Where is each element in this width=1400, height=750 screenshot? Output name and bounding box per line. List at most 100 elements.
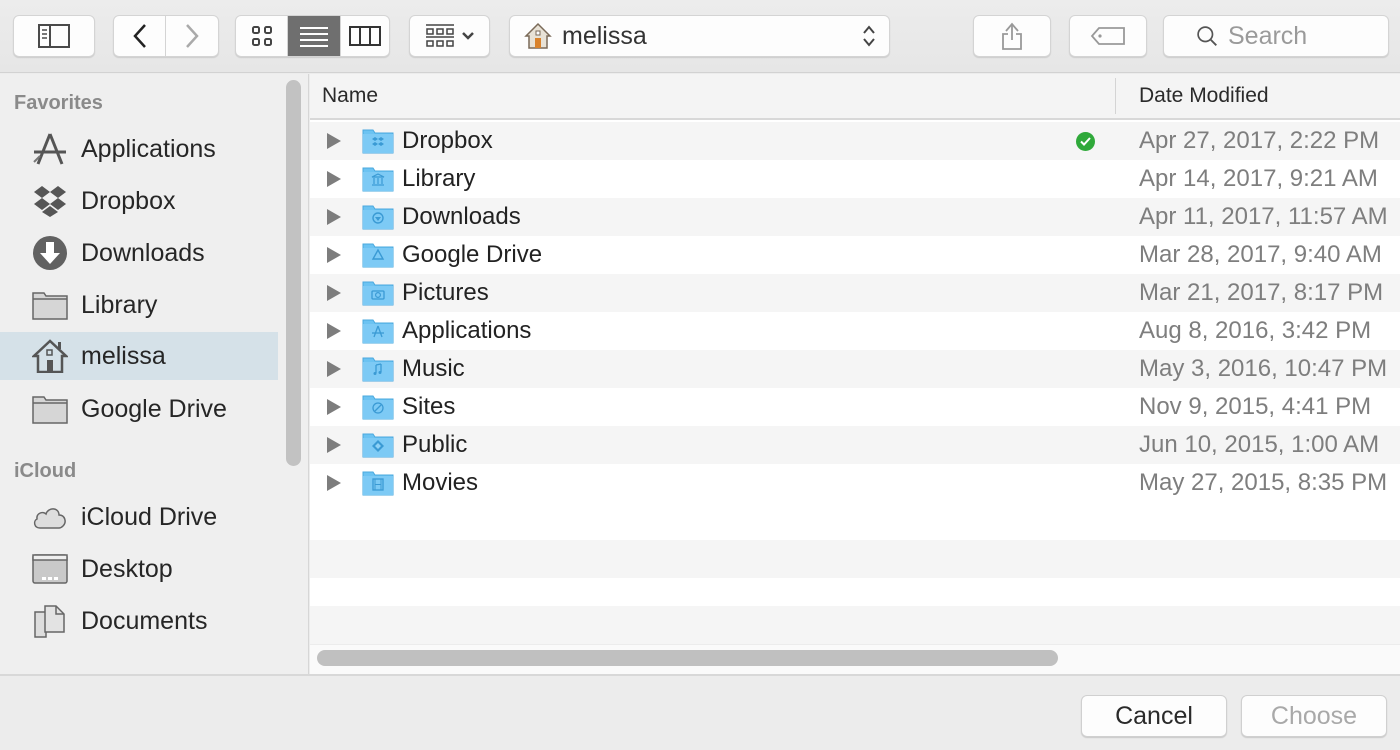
date-modified: Mar 21, 2017, 8:17 PM	[1139, 279, 1384, 306]
sidebar-item-icloud-drive[interactable]: iCloud Drive	[0, 493, 278, 541]
date-modified: May 3, 2016, 10:47 PM	[1139, 355, 1388, 382]
sidebar-scrollbar[interactable]	[286, 80, 301, 466]
sidebar-section-favorites: Favorites	[14, 92, 103, 114]
column-header-name[interactable]: Name	[322, 84, 378, 108]
dialog-footer: Cancel Choose	[0, 674, 1400, 750]
table-row[interactable]: Downloads Apr 11, 2017, 11:57 AM	[310, 198, 1400, 236]
sidebar: Favorites Applications Dropbox Downloads…	[0, 74, 309, 674]
disclosure-triangle-icon[interactable]	[327, 285, 341, 301]
back-button[interactable]	[114, 16, 166, 56]
disclosure-triangle-icon[interactable]	[327, 323, 341, 339]
public-folder-icon	[362, 433, 394, 458]
file-name: Dropbox	[402, 127, 493, 154]
table-row[interactable]: Public Jun 10, 2015, 1:00 AM	[310, 426, 1400, 464]
forward-button[interactable]	[166, 16, 218, 56]
table-row[interactable]: Dropbox Apr 27, 2017, 2:22 PM	[310, 122, 1400, 160]
sidebar-item-label: Library	[81, 290, 158, 319]
file-name: Applications	[402, 317, 532, 344]
date-modified: Nov 9, 2015, 4:41 PM	[1139, 393, 1372, 420]
disclosure-triangle-icon[interactable]	[327, 437, 341, 453]
sidebar-item-melissa[interactable]: melissa	[0, 332, 278, 380]
sidebar-item-applications[interactable]: Applications	[0, 125, 278, 173]
film-folder-icon	[362, 471, 394, 496]
sidebar-item-label: Dropbox	[81, 186, 176, 215]
tag-button[interactable]	[1069, 15, 1147, 57]
search-input[interactable]	[1228, 21, 1388, 51]
table-row[interactable]: Music May 3, 2016, 10:47 PM	[310, 350, 1400, 388]
chevron-right-icon	[186, 24, 199, 48]
chevron-down-icon	[461, 32, 474, 40]
disclosure-triangle-icon[interactable]	[327, 361, 341, 377]
empty-row	[310, 540, 1400, 578]
file-name: Google Drive	[402, 241, 543, 268]
table-row[interactable]: Google Drive Mar 28, 2017, 9:40 AM	[310, 236, 1400, 274]
location-label: melissa	[562, 21, 647, 50]
sidebar-item-library[interactable]: Library	[0, 281, 278, 329]
disclosure-triangle-icon[interactable]	[327, 133, 341, 149]
table-row[interactable]: Movies May 27, 2015, 8:35 PM	[310, 464, 1400, 502]
sidebar-toggle-button[interactable]	[13, 15, 95, 57]
file-name: Sites	[402, 393, 456, 420]
sidebar-item-dropbox[interactable]: Dropbox	[0, 177, 278, 225]
share-icon	[1002, 22, 1022, 50]
sidebar-item-documents[interactable]: Documents	[0, 597, 278, 645]
list-icon	[300, 27, 328, 47]
empty-row	[310, 606, 1400, 644]
sidebar-item-label: Applications	[81, 134, 216, 163]
cancel-button[interactable]: Cancel	[1081, 695, 1227, 737]
compass-folder-icon	[362, 395, 394, 420]
list-header: Name Date Modified	[310, 74, 1400, 120]
drive-folder-icon	[362, 243, 394, 268]
music-folder-icon	[362, 357, 394, 382]
column-view-button[interactable]	[341, 16, 389, 56]
home-icon	[524, 22, 552, 49]
downloads-icon	[32, 235, 68, 271]
tag-icon	[1090, 27, 1125, 45]
icon-view-button[interactable]	[236, 16, 288, 56]
search-field[interactable]	[1163, 15, 1389, 57]
table-row[interactable]: Pictures Mar 21, 2017, 8:17 PM	[310, 274, 1400, 312]
column-divider[interactable]	[1115, 78, 1116, 114]
disclosure-triangle-icon[interactable]	[327, 171, 341, 187]
sidebar-section-icloud: iCloud	[14, 460, 77, 482]
view-mode-control	[235, 15, 390, 57]
dropbox-folder-icon	[362, 129, 394, 154]
cloud-icon	[32, 499, 68, 535]
sidebar-item-downloads[interactable]: Downloads	[0, 229, 278, 277]
grid-icon	[251, 26, 272, 46]
table-row[interactable]: Applications Aug 8, 2016, 3:42 PM	[310, 312, 1400, 350]
disclosure-triangle-icon[interactable]	[327, 475, 341, 491]
choose-button[interactable]: Choose	[1241, 695, 1387, 737]
sync-ok-icon	[1076, 132, 1095, 151]
home-icon	[32, 338, 68, 374]
dropbox-icon	[32, 183, 68, 219]
folder-icon	[32, 391, 68, 427]
disclosure-triangle-icon[interactable]	[327, 247, 341, 263]
arrange-icon	[425, 24, 454, 47]
table-row[interactable]: Library Apr 14, 2017, 9:21 AM	[310, 160, 1400, 198]
disclosure-triangle-icon[interactable]	[327, 399, 341, 415]
empty-row	[310, 502, 1400, 540]
horizontal-scrollbar[interactable]	[317, 650, 1058, 666]
share-button[interactable]	[973, 15, 1051, 57]
arrange-button[interactable]	[409, 15, 490, 57]
disclosure-triangle-icon[interactable]	[327, 209, 341, 225]
toolbar: melissa	[0, 0, 1400, 73]
sidebar-icon	[38, 24, 70, 48]
sidebar-item-label: Desktop	[81, 554, 173, 583]
file-name: Pictures	[402, 279, 489, 306]
date-modified: Apr 14, 2017, 9:21 AM	[1139, 165, 1378, 192]
table-row[interactable]: Sites Nov 9, 2015, 4:41 PM	[310, 388, 1400, 426]
updown-chevron-icon	[849, 23, 889, 49]
column-header-date-modified[interactable]: Date Modified	[1139, 84, 1269, 108]
date-modified: Jun 10, 2015, 1:00 AM	[1139, 431, 1380, 458]
location-popup[interactable]: melissa	[509, 15, 890, 57]
list-view-button[interactable]	[288, 16, 341, 56]
file-name: Public	[402, 431, 468, 458]
file-name: Library	[402, 165, 476, 192]
sidebar-item-google-drive[interactable]: Google Drive	[0, 385, 278, 433]
date-modified: Apr 27, 2017, 2:22 PM	[1139, 127, 1380, 154]
columns-icon	[349, 26, 381, 46]
library-folder-icon	[362, 167, 394, 192]
sidebar-item-desktop[interactable]: Desktop	[0, 545, 278, 593]
